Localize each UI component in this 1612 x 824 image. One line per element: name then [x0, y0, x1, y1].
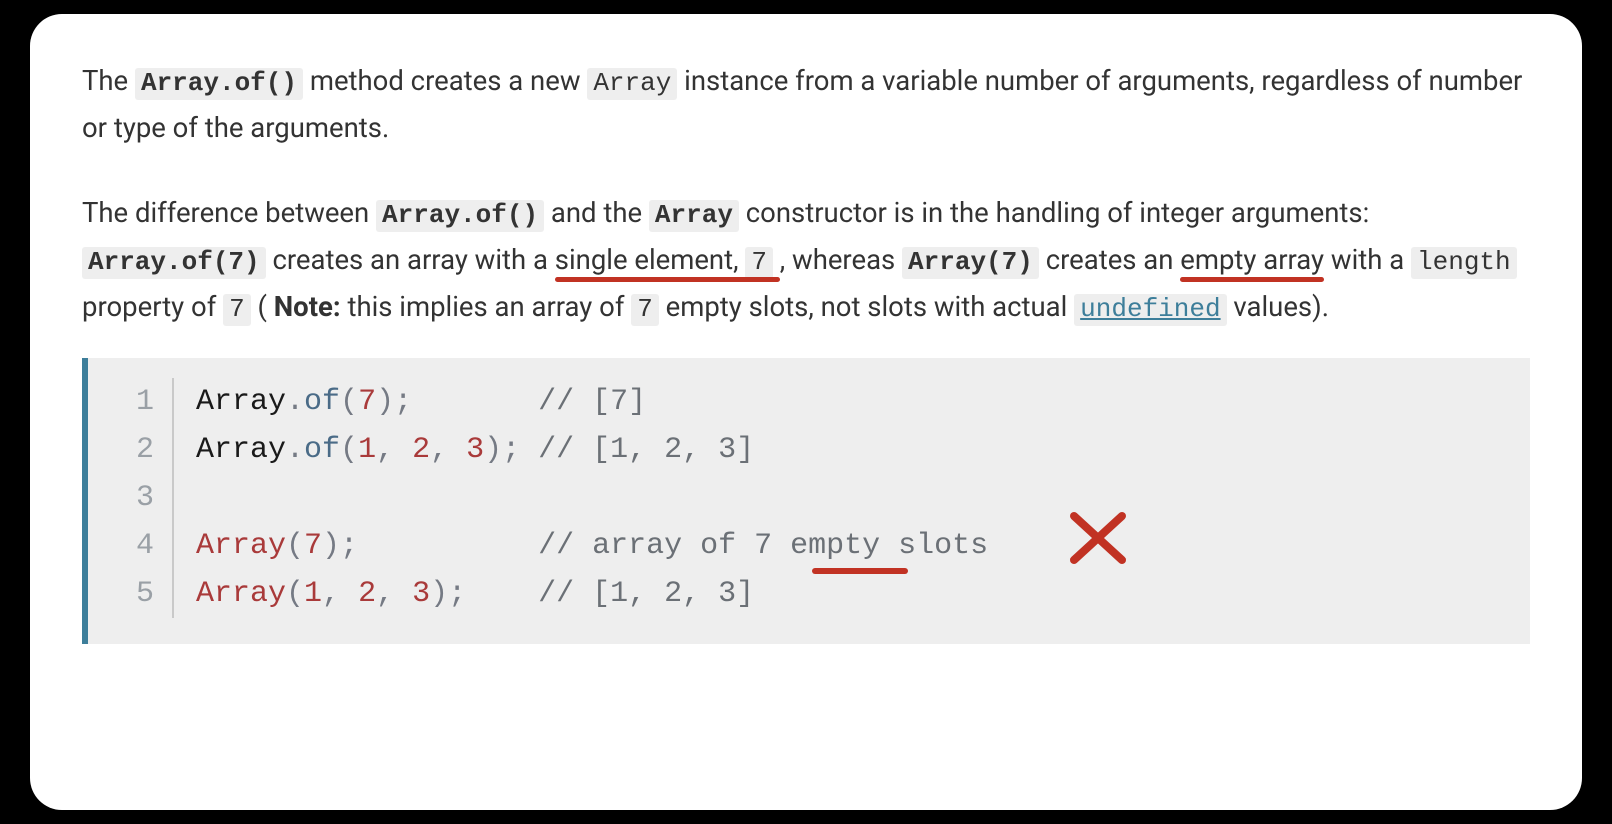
- text: and the: [551, 196, 649, 229]
- paragraph-1: The Array.of() method creates a new Arra…: [82, 58, 1530, 152]
- code-array-of: Array.of(): [376, 200, 544, 232]
- line-number: 2: [88, 426, 174, 474]
- text: constructor is in the handling of intege…: [746, 196, 1370, 229]
- code-undefined: undefined: [1074, 294, 1226, 326]
- note-label: Note:: [274, 290, 341, 323]
- text: creates an: [1046, 243, 1181, 276]
- code-length: length: [1411, 247, 1517, 279]
- code-content: Array.of(7); // [7]: [174, 378, 646, 426]
- code-7: 7: [631, 294, 659, 326]
- code-array: Array: [587, 68, 677, 100]
- cross-icon: [1068, 508, 1128, 568]
- annotation-underline: empty array: [1180, 243, 1324, 276]
- paragraph-2: The difference between Array.of() and th…: [82, 190, 1530, 332]
- line-number: 3: [88, 474, 174, 522]
- code-array: Array: [649, 200, 739, 232]
- text: empty slots, not slots with actual: [666, 290, 1075, 323]
- code-line: 5 Array(1, 2, 3); // [1, 2, 3]: [88, 570, 1530, 618]
- annotation-underline: [812, 568, 908, 574]
- line-number: 4: [88, 522, 174, 570]
- code-block: 1 Array.of(7); // [7] 2 Array.of(1, 2, 3…: [82, 358, 1530, 644]
- code-content: [174, 474, 214, 522]
- text: method creates a new: [310, 64, 587, 97]
- text: single element,: [555, 243, 746, 276]
- code-line: 1 Array.of(7); // [7]: [88, 378, 1530, 426]
- line-number: 1: [88, 378, 174, 426]
- code-content: Array.of(1, 2, 3); // [1, 2, 3]: [174, 426, 754, 474]
- document-card: The Array.of() method creates a new Arra…: [30, 14, 1582, 810]
- code-array-of-7: Array.of(7): [82, 247, 266, 279]
- code-line: 4 Array(7); // array of 7 empty slots: [88, 522, 1530, 570]
- text: with a: [1331, 243, 1411, 276]
- text: The: [82, 64, 135, 97]
- text: property of: [82, 290, 223, 323]
- code-array-7: Array(7): [902, 247, 1039, 279]
- code-line: 2 Array.of(1, 2, 3); // [1, 2, 3]: [88, 426, 1530, 474]
- code-line: 3: [88, 474, 1530, 522]
- text: The difference between: [82, 196, 376, 229]
- text: values).: [1233, 290, 1329, 323]
- text: (: [258, 290, 267, 323]
- line-number: 5: [88, 570, 174, 618]
- annotation-underline: single element, 7: [555, 243, 780, 276]
- code-array-of: Array.of(): [135, 68, 303, 100]
- code-content: Array(1, 2, 3); // [1, 2, 3]: [174, 570, 754, 618]
- text: this implies an array of: [347, 290, 631, 323]
- text: creates an array with a: [272, 243, 554, 276]
- code-7: 7: [745, 247, 773, 279]
- code-content: Array(7); // array of 7 empty slots: [174, 522, 988, 570]
- text: , whereas: [780, 243, 902, 276]
- link-undefined[interactable]: undefined: [1074, 290, 1226, 323]
- code-7: 7: [223, 294, 251, 326]
